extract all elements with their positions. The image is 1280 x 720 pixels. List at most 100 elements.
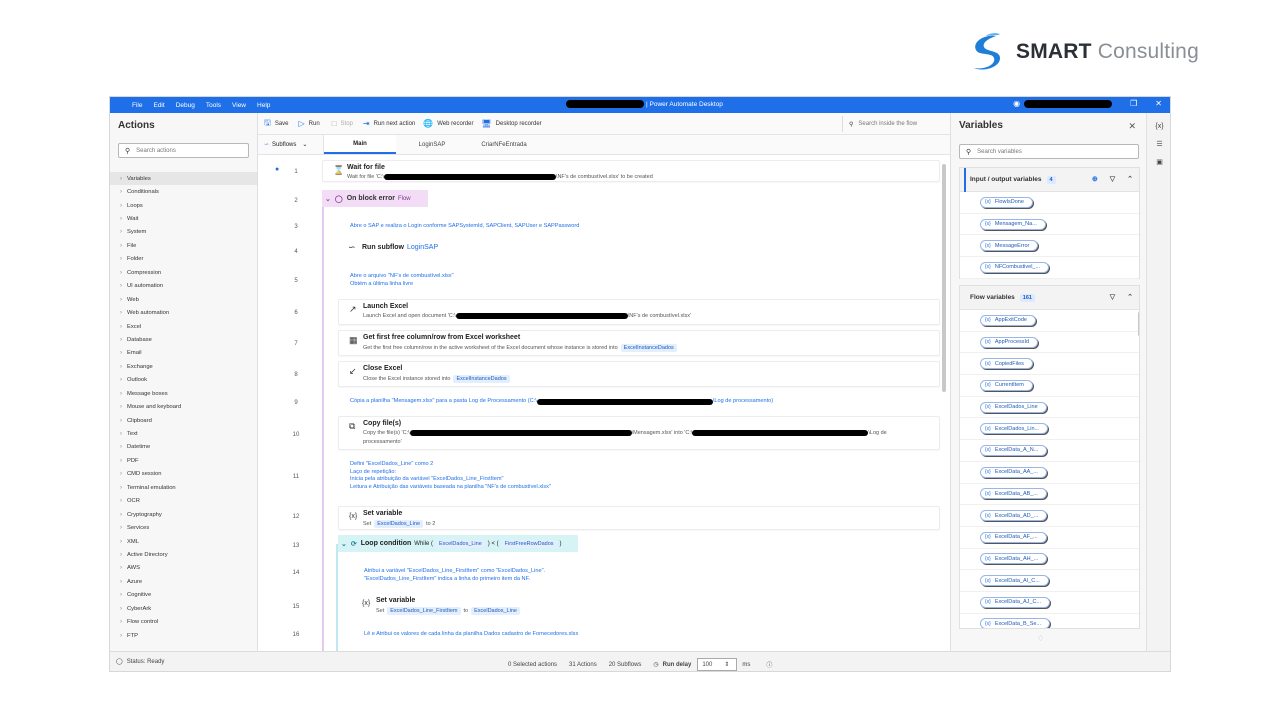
action-category-active-directory[interactable]: › Active Directory	[110, 548, 257, 561]
breakpoint-shield-icon[interactable]: ●	[275, 166, 279, 173]
action-category-flow-control[interactable]: › Flow control	[110, 615, 257, 628]
action-wait-for-file[interactable]: ⌛ Wait for file Wait for file 'C:\ \NF's …	[322, 160, 940, 182]
variable-chip[interactable]: {x} ExcelData_AI_C...	[980, 575, 1049, 587]
action-category-excel[interactable]: › Excel	[110, 320, 257, 333]
variable-chip[interactable]: {x} MessageError	[980, 240, 1039, 252]
action-category-aws[interactable]: › AWS	[110, 562, 257, 575]
action-set-variable[interactable]: {x} Set variable Set ExcelDados_Line to 2	[338, 506, 940, 530]
action-category-cognitive[interactable]: › Cognitive	[110, 589, 257, 602]
variable-chip[interactable]: {x} FlowIsDone	[980, 196, 1033, 208]
menu-edit[interactable]: Edit	[153, 102, 164, 109]
action-category-cmd-session[interactable]: › CMD session	[110, 468, 257, 481]
flow-variables-header[interactable]: Flow variables 161 ▽ ⌃	[960, 286, 1139, 310]
variable-row[interactable]: {x} ExcelData_AI_C...	[960, 570, 1139, 592]
filter-icon[interactable]: ▽	[1110, 175, 1115, 183]
spinner-icon[interactable]: ⇕	[724, 661, 729, 668]
variable-row[interactable]: {x} ExcelData_AB_...	[960, 484, 1139, 506]
run-button[interactable]: ▷ Run	[299, 119, 320, 128]
action-category-wait[interactable]: › Wait	[110, 212, 257, 225]
variable-chip[interactable]: {x} AppExitCode	[980, 314, 1036, 326]
action-get-first-free-row[interactable]: ▦ Get first free column/row from Excel w…	[338, 330, 940, 356]
user-icon[interactable]: ◉	[1013, 99, 1020, 108]
variable-row[interactable]: {x} NFCombustivel_...	[960, 257, 1139, 279]
run-next-action-button[interactable]: ⇥ Run next action	[363, 119, 415, 128]
variable-row[interactable]: {x} MessageError	[960, 235, 1139, 258]
tab-criarnfeentrada[interactable]: CriarNFeEntrada	[468, 135, 540, 154]
run-delay-input[interactable]: 100 ⇕	[697, 658, 738, 671]
variable-chip[interactable]: {x} NFCombustivel_...	[980, 261, 1050, 273]
action-category-outlook[interactable]: › Outlook	[110, 374, 257, 387]
action-category-message-boxes[interactable]: › Message boxes	[110, 387, 257, 400]
variable-chip[interactable]: {x} ExcelDados_Line	[980, 401, 1047, 413]
comment-line[interactable]: Cópia a planilha "Mensagem.xlsx" para a …	[350, 398, 773, 406]
action-close-excel[interactable]: ↙ Close Excel Close the Excel instance s…	[338, 361, 940, 387]
action-category-clipboard[interactable]: › Clipboard	[110, 414, 257, 427]
variable-row[interactable]: {x} ExcelData_B_Se...	[960, 614, 1139, 628]
close-icon[interactable]: ✕	[1128, 121, 1136, 132]
action-category-folder[interactable]: › Folder	[110, 253, 257, 266]
action-set-variable-first-item[interactable]: {x} Set variable Set ExcelDados_Line_Firs…	[352, 594, 940, 618]
action-category-ftp[interactable]: › FTP	[110, 629, 257, 642]
variable-chip[interactable]: {x} ExcelData_A_N...	[980, 444, 1048, 456]
action-launch-excel[interactable]: ↗ Launch Excel Launch Excel and open doc…	[338, 299, 940, 325]
action-category-pdf[interactable]: › PDF	[110, 454, 257, 467]
action-category-variables[interactable]: › Variables	[110, 172, 257, 186]
variable-row[interactable]: {x} ExcelData_AD_...	[960, 505, 1139, 527]
action-category-loops[interactable]: › Loops	[110, 199, 257, 212]
pin-icon[interactable]: ♢	[1037, 634, 1044, 643]
web-recorder-button[interactable]: 🌐 Web recorder	[423, 119, 473, 128]
variable-row[interactable]: {x} ExcelData_AF_...	[960, 527, 1139, 549]
action-category-cyberark[interactable]: › CyberArk	[110, 602, 257, 615]
variable-chip[interactable]: {x} ExcelData_AD_...	[980, 510, 1048, 522]
search-actions-input[interactable]: ⚲ Search actions	[118, 143, 249, 158]
desktop-recorder-button[interactable]: 🖥 Desktop recorder	[482, 119, 542, 128]
menu-help[interactable]: Help	[257, 102, 270, 109]
variable-chip[interactable]: {x} ExcelData_B_Se...	[980, 618, 1051, 628]
action-category-compression[interactable]: › Compression	[110, 266, 257, 279]
variable-row[interactable]: {x} Mensagem_Na...	[960, 214, 1139, 236]
comment-line[interactable]: Abre o arquivo "NF's de combustível.xlsx…	[350, 273, 454, 288]
block-on-block-error[interactable]: ⌄ ◯ On block error Flow	[322, 190, 428, 207]
action-category-ui-automation[interactable]: › UI automation	[110, 280, 257, 293]
action-category-datetime[interactable]: › Datetime	[110, 441, 257, 454]
stop-button[interactable]: □ Stop	[332, 119, 353, 128]
variable-row[interactable]: {x} ExcelData_AA_...	[960, 462, 1139, 484]
action-category-web[interactable]: › Web	[110, 293, 257, 306]
action-category-terminal-emulation[interactable]: › Terminal emulation	[110, 481, 257, 494]
layers-icon[interactable]: ☰	[1147, 140, 1170, 148]
menu-debug[interactable]: Debug	[176, 102, 195, 109]
variable-row[interactable]: {x} CurrentItem	[960, 375, 1139, 397]
variable-row[interactable]: {x} ExcelDados_Line	[960, 397, 1139, 419]
variable-row[interactable]: {x} CopiedFiles	[960, 353, 1139, 376]
variable-row[interactable]: {x} AppProcessId	[960, 332, 1139, 354]
tab-main[interactable]: Main	[324, 135, 396, 154]
search-flow-input[interactable]: ⚲ Search inside the flow	[842, 116, 950, 132]
action-category-system[interactable]: › System	[110, 226, 257, 239]
variable-row[interactable]: {x} ExcelDados_Lin...	[960, 418, 1139, 441]
variable-chip[interactable]: {x} ExcelData_AB_...	[980, 488, 1047, 500]
variables-scrollbar[interactable]	[1138, 312, 1139, 336]
filter-icon[interactable]: ▽	[1110, 293, 1115, 301]
tab-loginsap[interactable]: LoginSAP	[396, 135, 468, 154]
variable-chip[interactable]: {x} Mensagem_Na...	[980, 218, 1046, 230]
add-variable-icon[interactable]: ⊕	[1092, 175, 1098, 183]
comment-line[interactable]: Abre o SAP e realiza o Login conforme SA…	[350, 223, 579, 231]
variable-row[interactable]: {x} ExcelData_A_N...	[960, 440, 1139, 462]
action-category-conditionals[interactable]: › Conditionals	[110, 185, 257, 198]
variable-chip[interactable]: {x} ExcelDados_Lin...	[980, 423, 1049, 435]
action-category-xml[interactable]: › XML	[110, 535, 257, 548]
action-category-file[interactable]: › File	[110, 239, 257, 252]
io-variables-header[interactable]: Input / output variables 4 ⊕ ▽ ⌃	[960, 168, 1139, 192]
subflows-dropdown[interactable]: ∽ Subflows ⌄	[258, 135, 324, 154]
action-category-text[interactable]: › Text	[110, 427, 257, 440]
action-run-subflow[interactable]: ∽ Run subflow LoginSAP	[338, 238, 940, 260]
action-category-exchange[interactable]: › Exchange	[110, 360, 257, 373]
variable-row[interactable]: {x} FlowIsDone	[960, 192, 1139, 214]
info-icon[interactable]: ⓘ	[766, 660, 772, 669]
variable-chip[interactable]: {x} ExcelData_AA_...	[980, 466, 1047, 478]
variables-rail-icon[interactable]: {x}	[1147, 123, 1170, 130]
action-category-email[interactable]: › Email	[110, 347, 257, 360]
close-window-icon[interactable]: ✕	[1155, 99, 1162, 108]
action-copy-files[interactable]: ⧉ Copy file(s) Copy the file(s) 'C:\ \Men…	[338, 416, 940, 450]
menu-view[interactable]: View	[232, 102, 246, 109]
